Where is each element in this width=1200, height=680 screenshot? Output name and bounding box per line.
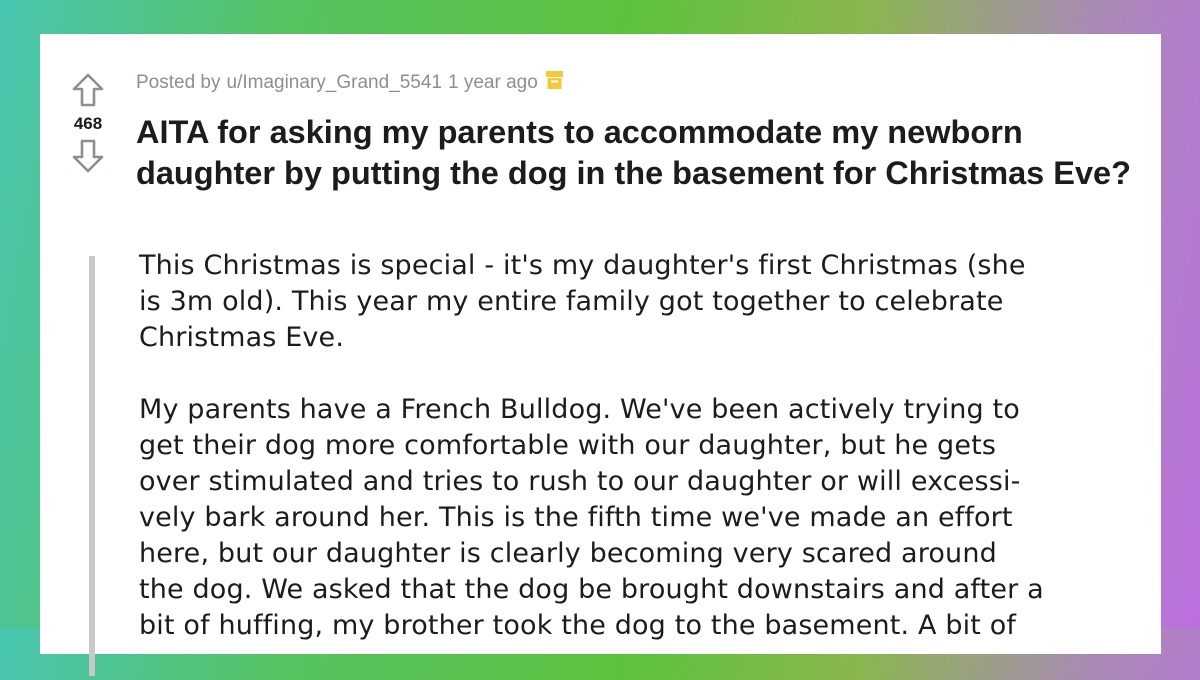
body-paragraph: My parents have a French Bulldog. We've … [139,392,1139,644]
post-title-line: daughter by putting the dog in the basem… [136,155,1131,191]
body-line: vely bark around her. This is the fifth … [139,502,1013,533]
post-age: 1 year ago [447,72,538,93]
body-line: This Christmas is special - it's my daug… [139,250,1026,281]
body-line: My parents have a French Bulldog. We've … [139,394,1020,425]
award-badge-icon[interactable] [545,71,563,95]
body-paragraph: This Christmas is special - it's my daug… [139,248,1139,356]
vote-column: 468 [64,70,112,176]
downvote-button[interactable] [68,136,108,176]
author-link[interactable]: u/Imaginary_Grand_5541 [227,72,442,94]
post-meta: Posted by u/Imaginary_Grand_5541 1 year … [136,71,563,95]
vote-count: 468 [73,114,103,133]
body-line: over stimulated and tries to rush to our… [139,466,1021,497]
body-line: bit of huffing, my brother took the dog … [139,610,1017,641]
body-line: Christmas Eve. [139,322,345,353]
post-body: This Christmas is special - it's my daug… [139,248,1139,680]
post-card: 468 Posted by u/Imaginary_Grand_5541 1 y… [40,34,1161,676]
post-title[interactable]: AITA for asking my parents to accommodat… [136,112,1146,194]
arrow-down-outline-icon [72,139,104,173]
upvote-button[interactable] [68,70,108,110]
post-title-line: AITA for asking my parents to accommodat… [136,114,1023,150]
quote-bar [89,256,95,676]
body-line: is 3m old). This year my entire family g… [139,286,1004,317]
body-line: get their dog more comfortable with our … [139,430,997,461]
posted-by-label: Posted by [136,72,221,93]
arrow-up-outline-icon [72,73,104,107]
body-line: the dog. We asked that the dog be brough… [139,574,1044,605]
body-line: here, but our daughter is clearly becomi… [139,538,997,569]
